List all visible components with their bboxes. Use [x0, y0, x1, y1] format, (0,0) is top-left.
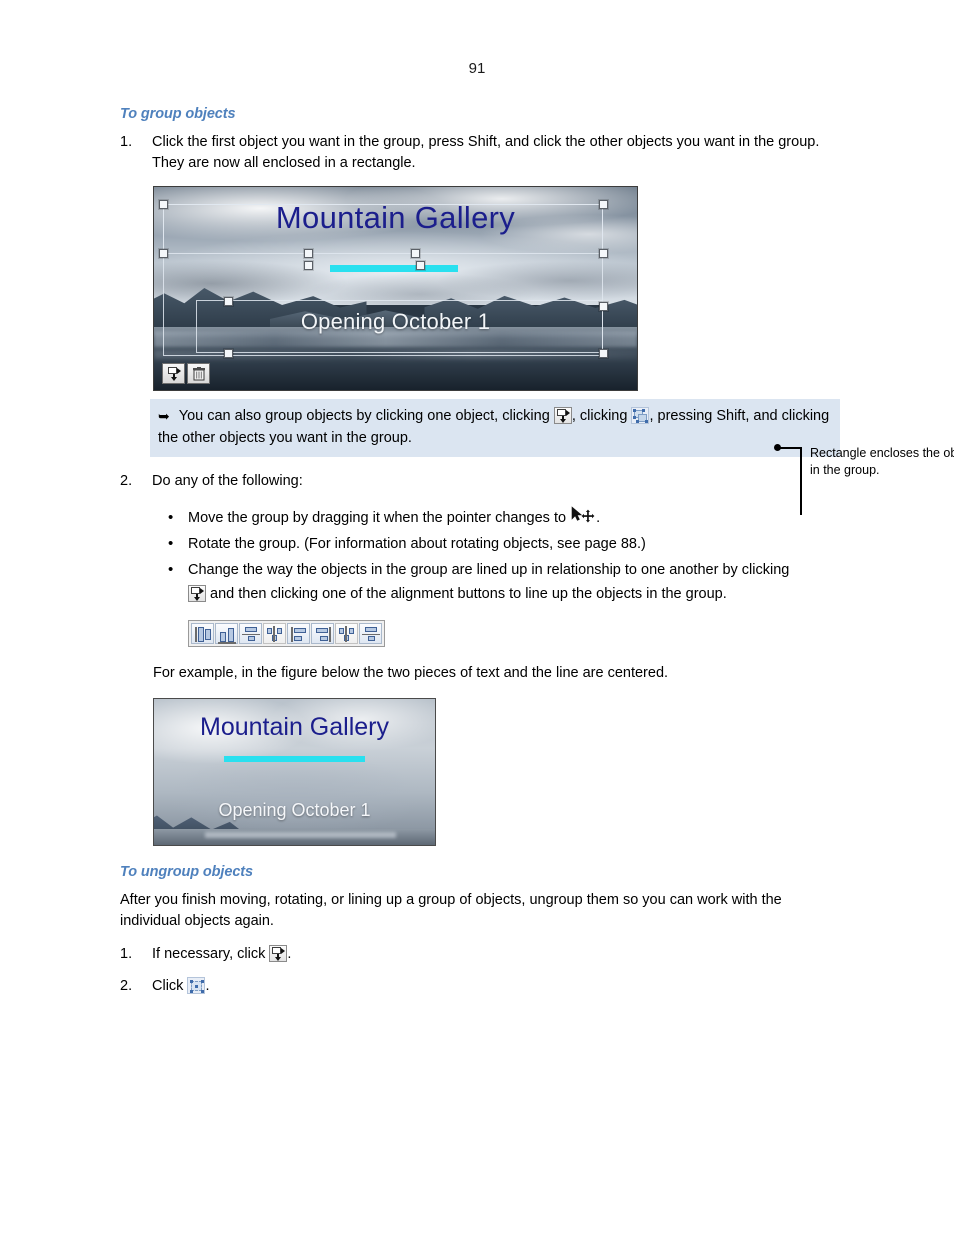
arrange-objects-icon[interactable] — [553, 407, 572, 424]
bullet-text: Move the group by dragging it when the p… — [188, 510, 567, 526]
ungroup-intro-text: After you finish moving, rotating, or li… — [120, 892, 782, 929]
bullet-text-after: and then clicking one of the alignment b… — [210, 586, 727, 602]
figure-centered-objects: Mountain Gallery Opening October 1 — [153, 698, 436, 846]
bullet-dot: • — [168, 535, 174, 552]
move-cursor-icon — [570, 506, 596, 526]
figure-object-toolbar[interactable] — [162, 363, 210, 384]
step-text: If necessary, click — [152, 946, 266, 962]
water-layer — [154, 828, 435, 845]
tip-callout-box: ➥ You can also group objects by clicking … — [150, 399, 840, 457]
align-center-vertical-icon[interactable] — [359, 623, 382, 644]
bullet-text: Change the way the objects in the group … — [188, 562, 790, 578]
move-cursor-glyph — [571, 506, 595, 523]
selection-handle[interactable] — [599, 349, 608, 358]
tip-text-part1: You can also group objects by clicking o… — [178, 408, 550, 424]
step-number: 1. — [120, 134, 133, 150]
figure2-subtitle-object: Opening October 1 — [218, 800, 371, 820]
figure-photo: Mountain Gallery Opening October 1 — [153, 186, 638, 391]
figure2-line-object — [224, 756, 365, 762]
align-middle-icon[interactable] — [239, 623, 262, 644]
group-objects-icon[interactable] — [631, 407, 650, 424]
example-caption: For example, in the figure below the two… — [153, 665, 669, 681]
bullet-text: Rotate the group. (For information about… — [188, 536, 646, 552]
heading-to-group-objects: To group objects — [120, 106, 236, 122]
step-text: Do any of the following: — [152, 473, 303, 489]
title-selection-rectangle — [163, 204, 603, 254]
step-text: Click — [152, 978, 184, 994]
align-bottom-icon[interactable] — [311, 623, 334, 644]
alignment-toolbar[interactable] — [188, 620, 385, 647]
step-2-ungroup: 2. Click . — [120, 976, 844, 997]
list-item: • Move the group by dragging it when the… — [120, 506, 844, 530]
page-number: 91 — [468, 60, 486, 77]
step-text-after: . — [287, 946, 292, 962]
document-content: To group objects 1. Click the first obje… — [120, 106, 954, 999]
distribute-vertical-icon[interactable] — [335, 623, 358, 644]
tip-arrow-icon: ➥ — [158, 409, 170, 425]
heading-to-ungroup-objects: To ungroup objects — [120, 864, 253, 880]
list-item: • Rotate the group. (For information abo… — [120, 532, 844, 556]
step-1-ungroup: 1. If necessary, click . — [120, 944, 844, 965]
step-number: 2. — [120, 978, 133, 994]
selection-handle[interactable] — [304, 261, 313, 270]
tip-text-part2: , clicking — [571, 408, 628, 424]
bullet-dot: • — [168, 561, 174, 578]
distribute-horizontal-icon[interactable] — [263, 623, 286, 644]
selection-handle[interactable] — [224, 349, 233, 358]
step-text: Click the first object you want in the g… — [152, 134, 820, 171]
bullet-list: • Move the group by dragging it when the… — [120, 506, 844, 606]
step-number: 1. — [120, 946, 133, 962]
bullet-dot: • — [168, 509, 174, 526]
selection-handle[interactable] — [411, 249, 420, 258]
align-left-icon[interactable] — [191, 623, 214, 644]
step-2-do-any: 2. Do any of the following: — [120, 471, 844, 492]
step-1-group: 1. Click the first object you want in th… — [120, 132, 844, 174]
step-number: 2. — [120, 473, 133, 489]
arrange-objects-icon[interactable] — [188, 585, 206, 602]
figure-grouped-objects: Mountain Gallery Opening October 1 Recta… — [153, 186, 954, 515]
selection-handle[interactable] — [224, 297, 233, 306]
trash-icon[interactable] — [187, 363, 210, 384]
subtitle-selection-rectangle — [196, 300, 603, 353]
selection-handle[interactable] — [159, 200, 168, 209]
step-text-after: . — [205, 978, 210, 994]
selection-handle[interactable] — [599, 249, 608, 258]
list-item: • Change the way the objects in the grou… — [120, 558, 844, 606]
selection-handle[interactable] — [416, 261, 425, 270]
align-top-icon[interactable] — [287, 623, 310, 644]
selection-handle[interactable] — [599, 200, 608, 209]
selection-handle[interactable] — [304, 249, 313, 258]
ungroup-objects-icon[interactable] — [187, 977, 206, 994]
trash-icon-glyph — [192, 366, 205, 380]
figure2-title-object: Mountain Gallery — [200, 713, 389, 741]
arrange-objects-icon[interactable] — [269, 945, 288, 962]
selection-handle[interactable] — [599, 302, 608, 311]
arrange-objects-icon[interactable] — [162, 363, 185, 384]
selection-handle[interactable] — [159, 249, 168, 258]
align-center-horizontal-icon[interactable] — [215, 623, 238, 644]
bullet-text-after: . — [596, 510, 601, 526]
callout-leader-horizontal — [779, 447, 802, 449]
